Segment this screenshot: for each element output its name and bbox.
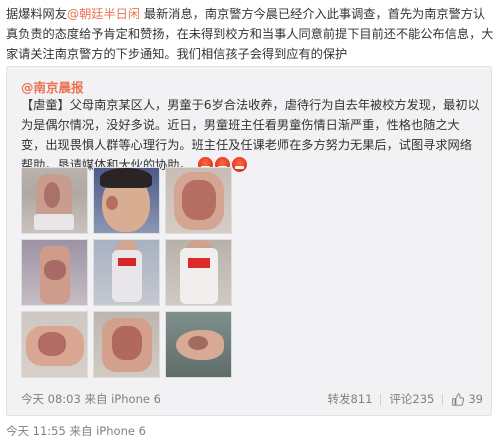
comment-count: 235 bbox=[412, 392, 435, 406]
photo-child-back-bruises[interactable] bbox=[21, 167, 88, 234]
repost-source: 来自 iPhone 6 bbox=[84, 392, 161, 406]
repost-text: 【虐童】父母南京某区人，男童于6岁合法收养，虐待行为自去年被校方发现，最初以为是… bbox=[21, 95, 483, 175]
photo-foot-bruise[interactable] bbox=[165, 311, 232, 378]
repost-count: 811 bbox=[350, 392, 373, 406]
repost-label: 转发 bbox=[327, 392, 351, 406]
repost-time[interactable]: 今天 08:03 bbox=[21, 392, 81, 406]
comment-label: 评论 bbox=[389, 392, 413, 406]
comment-count-button[interactable]: 评论 235 bbox=[389, 391, 434, 407]
post-footer: 今天 11:55 来自 iPhone 6 bbox=[6, 423, 146, 439]
post-time[interactable]: 今天 11:55 bbox=[6, 424, 66, 438]
repost-card: @南京晨报 【虐童】父母南京某区人，男童于6岁合法收养，虐待行为自去年被校方发现… bbox=[6, 66, 492, 416]
post-prefix: 据爆料网友 bbox=[6, 7, 67, 21]
repost-stats: 转发 811 评论 235 39 bbox=[327, 391, 483, 407]
photo-child-standing-red-scarf[interactable] bbox=[93, 239, 160, 306]
photo-child-face-injury[interactable] bbox=[93, 167, 160, 234]
photo-grid bbox=[21, 167, 232, 378]
post-source: 来自 iPhone 6 bbox=[69, 424, 146, 438]
repost-body: 【虐童】父母南京某区人，男童于6岁合法收养，虐待行为自去年被校方发现，最初以为是… bbox=[21, 98, 480, 172]
repost-count-button[interactable]: 转发 811 bbox=[327, 391, 372, 407]
like-count: 39 bbox=[468, 392, 483, 406]
photo-back-welts[interactable] bbox=[165, 167, 232, 234]
mention-link[interactable]: @朝廷半日闲 bbox=[67, 7, 140, 21]
divider bbox=[380, 393, 382, 405]
like-button[interactable]: 39 bbox=[451, 392, 483, 406]
repost-author-link[interactable]: @南京晨报 bbox=[21, 77, 84, 96]
divider bbox=[442, 393, 444, 405]
photo-legs-bruises[interactable] bbox=[21, 239, 88, 306]
repost-meta: 今天 08:03 来自 iPhone 6 bbox=[21, 391, 161, 407]
photo-back-welts-closeup[interactable] bbox=[93, 311, 160, 378]
photo-skin-welts-closeup[interactable] bbox=[21, 311, 88, 378]
thumbs-up-icon bbox=[452, 392, 465, 406]
photo-child-in-uniform[interactable] bbox=[165, 239, 232, 306]
post-text: 据爆料网友@朝廷半日闲 最新消息，南京警方今晨已经介入此事调查，首先为南京警方认… bbox=[6, 4, 494, 64]
angry-icon bbox=[231, 157, 247, 172]
repost-footer: 今天 08:03 来自 iPhone 6 转发 811 评论 235 39 bbox=[21, 391, 483, 409]
